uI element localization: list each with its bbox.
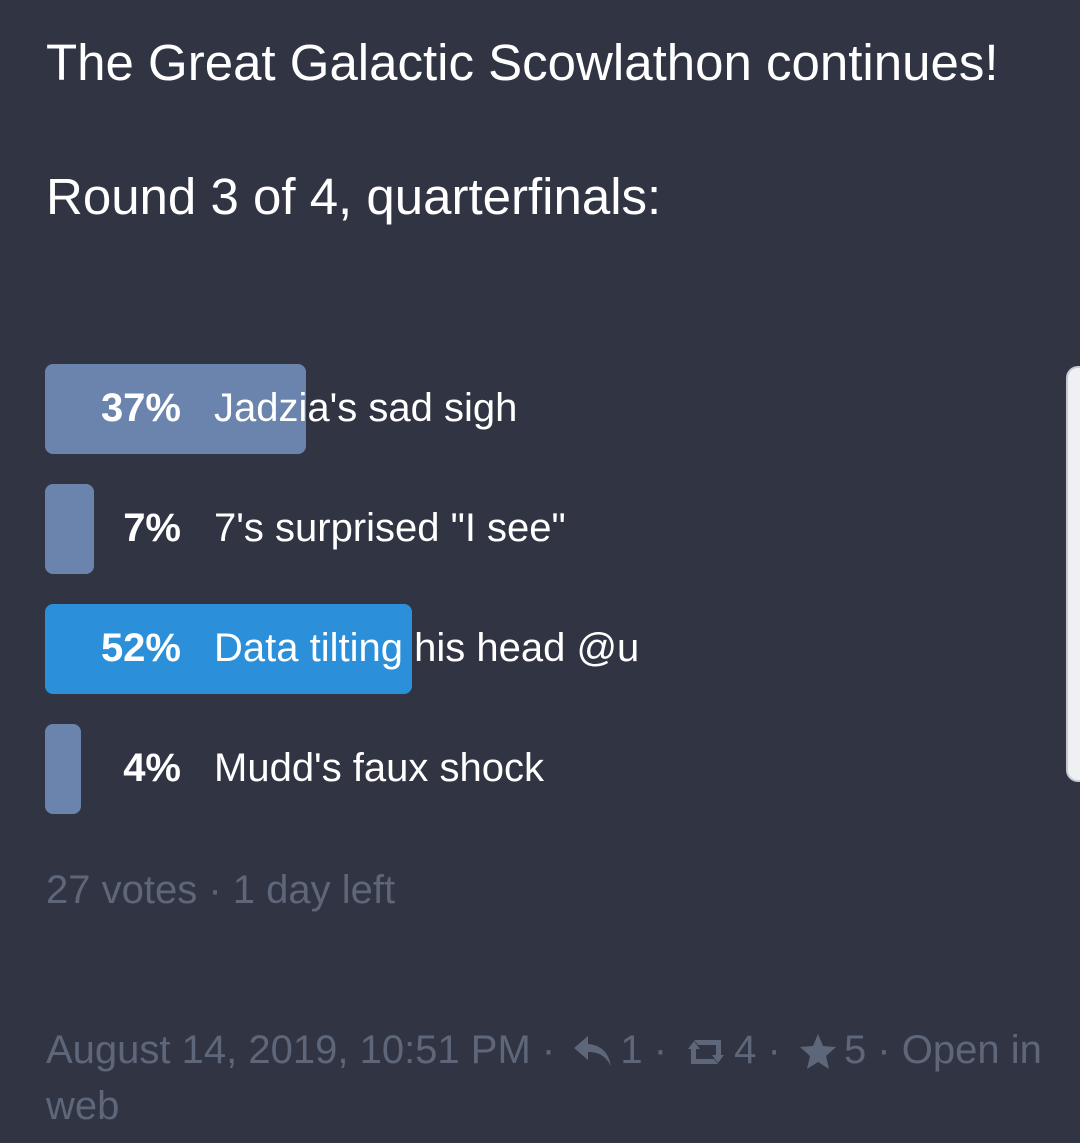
boost-icon[interactable] <box>684 1035 728 1069</box>
favourite-count: 5 <box>843 1028 867 1072</box>
poll-footer: 27 votes · 1 day left <box>46 868 395 913</box>
timestamp-link[interactable]: August 14, 2019, 10:51 PM <box>46 1028 531 1072</box>
poll-percent: 7% <box>123 506 181 550</box>
poll-percent: 4% <box>123 746 181 790</box>
reply-count: 1 <box>620 1028 643 1072</box>
status-content: The Great Galactic Scowlathon continues!… <box>46 28 1006 232</box>
poll-option-label: 7's surprised "I see" <box>214 506 566 550</box>
separator: · <box>530 1028 567 1072</box>
reply-icon[interactable] <box>572 1034 614 1070</box>
separator: · <box>642 1028 679 1072</box>
poll-option-label: Data tilting his head @u <box>214 626 640 670</box>
poll-option: 4% Mudd's faux shock <box>45 724 1005 814</box>
star-icon[interactable] <box>798 1033 838 1071</box>
separator: · <box>197 868 233 912</box>
poll-vote-count: 27 votes <box>46 868 198 912</box>
boost-count: 4 <box>734 1028 757 1072</box>
poll-time-left: 1 day left <box>232 868 396 912</box>
poll-option: 52% Data tilting his head @u <box>45 604 1005 694</box>
poll-option-label: Jadzia's sad sigh <box>214 386 518 430</box>
status-line-2: Round 3 of 4, quarterfinals: <box>46 168 662 225</box>
poll: 37% Jadzia's sad sigh 7% 7's surprised "… <box>45 364 1005 844</box>
status-line-1: The Great Galactic Scowlathon continues! <box>46 34 999 91</box>
separator: · <box>756 1028 792 1072</box>
poll-option-label: Mudd's faux shock <box>214 746 545 790</box>
poll-percent: 37% <box>100 386 181 430</box>
status-meta: August 14, 2019, 10:51 PM · 1 · 4 · 5 · … <box>46 1022 1046 1134</box>
poll-option: 7% 7's surprised "I see" <box>45 484 1005 574</box>
poll-percent: 52% <box>100 626 181 670</box>
scrollbar[interactable] <box>1066 366 1080 782</box>
separator: · <box>866 1028 902 1072</box>
poll-option: 37% Jadzia's sad sigh <box>45 364 1005 454</box>
